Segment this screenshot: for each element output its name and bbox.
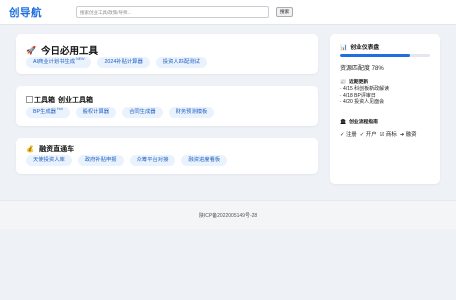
rocket-icon: 🚀 bbox=[26, 45, 36, 55]
news-title: 📰 近期更新 bbox=[340, 78, 368, 85]
section-toolbox: 工具箱 创业工具箱 BP生成器Hot 股权计算器 合同生成器 财务预测模板 bbox=[16, 86, 318, 126]
chip-crowdfunding[interactable]: 众筹平台对接 bbox=[129, 155, 176, 166]
chip-financing-board[interactable]: 融资进度看板 bbox=[181, 155, 228, 166]
step-financing[interactable]: ➜ 融资 bbox=[400, 130, 417, 138]
section-title: 💰 融资直通车 bbox=[26, 144, 74, 154]
section-daily-tools: 🚀 今日必用工具 AI商业计划书生成NEW 2024补贴计算器 投资人匹配测试 bbox=[16, 34, 318, 74]
step-register[interactable]: ✓ 注册 bbox=[340, 130, 357, 138]
chip-investor-match-test[interactable]: 投资人匹配测试 bbox=[155, 57, 207, 68]
hot-badge: Hot bbox=[56, 107, 63, 111]
top-bar: 创导航 搜索 bbox=[0, 0, 456, 25]
dashboard-title-text: 创业仪表盘 bbox=[350, 45, 380, 51]
steps-title: 🏛 创业流程指南 bbox=[340, 118, 378, 125]
chip-ai-bp-generator[interactable]: AI商业计划书生成NEW bbox=[26, 57, 92, 68]
dashboard-sidebar: 📊 创业仪表盘 资源匹配度 78% 📰 近期更新 · 4/15 科创板新政解读 · … bbox=[330, 34, 440, 184]
news-title-text: 近期更新 bbox=[348, 80, 369, 85]
chip-list: AI商业计划书生成NEW 2024补贴计算器 投资人匹配测试 bbox=[26, 57, 207, 68]
section-title: 工具箱 创业工具箱 bbox=[26, 95, 93, 105]
section-title: 🚀 今日必用工具 bbox=[26, 43, 98, 58]
section-title-text: 融资直通车 bbox=[39, 146, 75, 153]
search-input[interactable] bbox=[76, 6, 269, 18]
match-progress-bar bbox=[340, 54, 430, 57]
dashboard-title: 📊 创业仪表盘 bbox=[340, 42, 379, 51]
broken-image-icon bbox=[26, 95, 33, 103]
chip-contract-generator[interactable]: 合同生成器 bbox=[122, 107, 163, 118]
progress-fill bbox=[340, 54, 411, 57]
step-trademark[interactable]: ☑ 商标 bbox=[380, 130, 397, 138]
chip-label: BP生成器 bbox=[33, 109, 56, 115]
chip-bp-generator[interactable]: BP生成器Hot bbox=[26, 107, 70, 118]
chip-label: AI商业计划书生成 bbox=[33, 59, 76, 65]
icp-record-link[interactable]: 陕ICP备2022005149号-28 bbox=[0, 212, 456, 219]
chip-equity-calculator[interactable]: 股权计算器 bbox=[75, 107, 117, 118]
search-button[interactable]: 搜索 bbox=[276, 7, 294, 17]
section-title-text: 今日必用工具 bbox=[40, 46, 98, 57]
chip-list: BP生成器Hot 股权计算器 合同生成器 财务预测模板 bbox=[26, 107, 215, 118]
chip-angel-investors[interactable]: 天使投资人库 bbox=[26, 155, 72, 166]
steps-title-text: 创业流程指南 bbox=[349, 120, 378, 125]
footer: 陕ICP备2022005149号-28 bbox=[0, 200, 456, 229]
new-badge: NEW bbox=[76, 57, 85, 61]
progress-text: 资源匹配度 78% bbox=[340, 66, 384, 72]
steps-list: ✓ 注册 ✓ 开户 ☑ 商标 ➜ 融资 bbox=[340, 130, 417, 138]
news-item[interactable]: · 4/20 投资人见面会 bbox=[340, 99, 389, 106]
chart-icon: 📊 bbox=[340, 45, 348, 51]
chip-gov-subsidy[interactable]: 政府补贴申报 bbox=[77, 155, 124, 166]
institution-icon: 🏛 bbox=[340, 120, 347, 125]
news-list: · 4/15 科创板新政解读 · 4/18 BP评审日 · 4/20 投资人见面… bbox=[340, 86, 389, 106]
money-bag-icon: 💰 bbox=[26, 146, 35, 153]
section-title-text: 创业工具箱 bbox=[58, 97, 93, 104]
step-open-account[interactable]: ✓ 开户 bbox=[360, 130, 377, 138]
newspaper-icon: 📰 bbox=[340, 80, 346, 85]
news-item[interactable]: · 4/15 科创板新政解读 bbox=[340, 86, 389, 93]
chip-financial-template[interactable]: 财务预测模板 bbox=[168, 107, 215, 118]
toolbox-image-alt: 工具箱 bbox=[34, 97, 55, 104]
section-financing: 💰 融资直通车 天使投资人库 政府补贴申报 众筹平台对接 融资进度看板 bbox=[16, 138, 318, 174]
chip-subsidy-calculator[interactable]: 2024补贴计算器 bbox=[97, 57, 150, 68]
site-logo[interactable]: 创导航 bbox=[9, 5, 42, 20]
chip-list: 天使投资人库 政府补贴申报 众筹平台对接 融资进度看板 bbox=[26, 155, 228, 166]
